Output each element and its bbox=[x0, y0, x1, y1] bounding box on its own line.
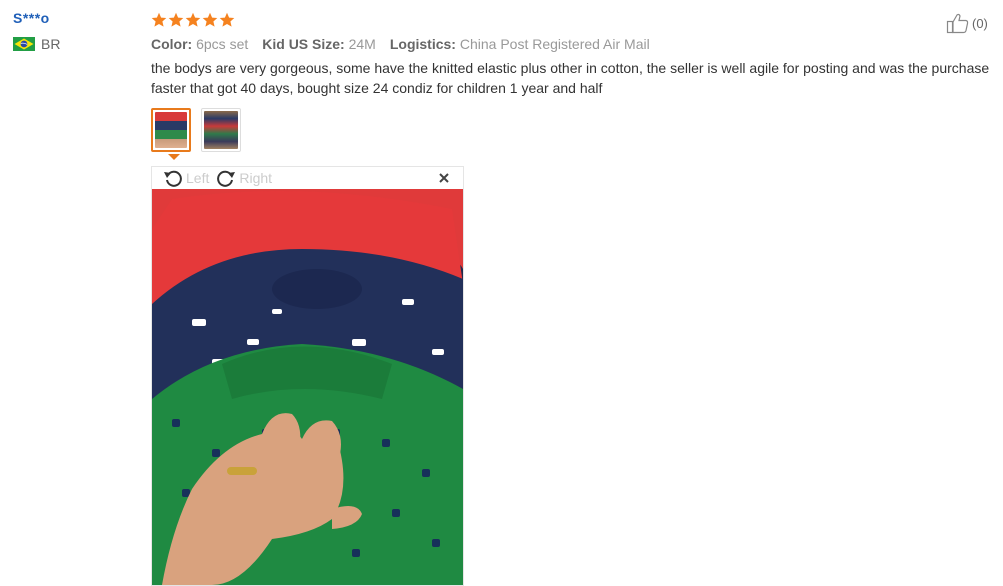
photo-thumbnail-2[interactable] bbox=[201, 108, 241, 152]
review-meta: Color: 6pcs set Kid US Size: 24M Logisti… bbox=[151, 36, 996, 52]
reviewer-name: S***o bbox=[13, 10, 50, 26]
country-code: BR bbox=[41, 36, 61, 52]
close-icon[interactable] bbox=[437, 171, 451, 185]
star-icon bbox=[151, 12, 167, 27]
star-rating bbox=[151, 10, 996, 30]
photo-viewer: Left Right bbox=[151, 166, 464, 586]
thumbs-up-icon bbox=[946, 13, 969, 34]
review-photo bbox=[152, 189, 463, 585]
viewer-toolbar: Left Right bbox=[152, 167, 463, 189]
review-body: Color: 6pcs set Kid US Size: 24M Logisti… bbox=[151, 10, 996, 152]
bodysuits-photo-image bbox=[152, 189, 463, 585]
star-icon bbox=[219, 12, 235, 27]
rotate-left-button[interactable]: Left bbox=[162, 167, 209, 189]
meta-size: Kid US Size: 24M bbox=[262, 36, 376, 52]
rotate-left-icon bbox=[164, 170, 182, 187]
helpful-button[interactable]: (0) bbox=[946, 12, 988, 34]
review-text: the bodys are very gorgeous, some have t… bbox=[151, 60, 990, 96]
rotate-right-label: Right bbox=[239, 170, 273, 186]
rotate-left-label: Left bbox=[186, 170, 210, 186]
brazil-flag-icon bbox=[13, 37, 35, 51]
active-thumbnail-pointer bbox=[168, 154, 180, 160]
photo-thumbnails bbox=[151, 108, 996, 152]
star-icon bbox=[168, 12, 184, 27]
reviewer-info: S***o BR bbox=[13, 10, 60, 52]
photo-thumbnail-1[interactable] bbox=[151, 108, 191, 152]
reviewer-country: BR bbox=[13, 36, 60, 52]
rotate-right-icon bbox=[217, 170, 236, 187]
star-icon bbox=[202, 12, 218, 27]
star-icon bbox=[185, 12, 201, 27]
meta-color: Color: 6pcs set bbox=[151, 36, 249, 52]
helpful-count: (0) bbox=[972, 15, 988, 31]
rotate-right-button[interactable]: Right bbox=[215, 167, 272, 189]
meta-logistics: Logistics: China Post Registered Air Mai… bbox=[389, 36, 650, 52]
